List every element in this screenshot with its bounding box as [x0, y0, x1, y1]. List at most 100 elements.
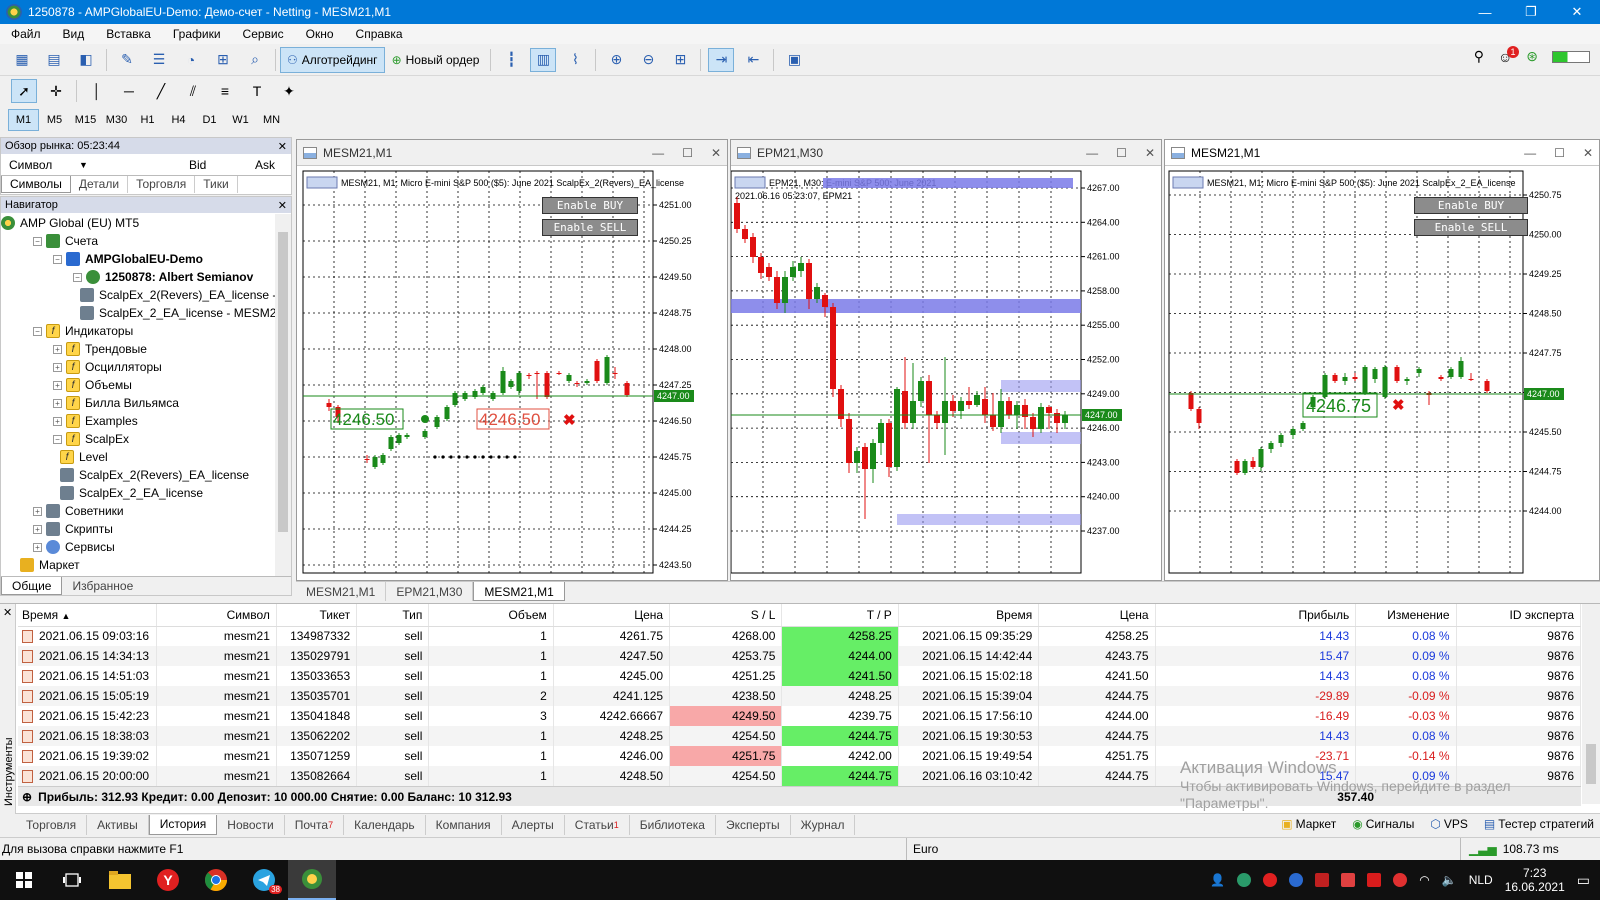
clock[interactable]: 7:23 16.06.2021	[1505, 866, 1565, 894]
tab-news[interactable]: Новости	[217, 814, 285, 835]
tf-w1[interactable]: W1	[225, 109, 256, 131]
chart-close-button[interactable]: ✕	[1145, 146, 1155, 160]
close-panel-icon[interactable]: ✕	[278, 199, 287, 212]
col-header[interactable]: Изменение	[1355, 604, 1457, 627]
tile-windows-icon[interactable]: ⊞	[667, 48, 693, 72]
expand-toggle-icon[interactable]: −	[33, 236, 42, 246]
language-indicator[interactable]: NLD	[1469, 873, 1493, 887]
chart-tab-mesm21-m1[interactable]: MESM21,M1	[296, 582, 387, 601]
volume-icon[interactable]: 🔈	[1442, 873, 1457, 887]
templates-icon[interactable]: ▣	[781, 48, 807, 72]
telegram-icon[interactable]: 38	[240, 860, 288, 900]
col-header[interactable]: T / P	[781, 604, 899, 627]
tab-articles[interactable]: Статьи 1	[565, 814, 630, 835]
chrome-icon[interactable]	[192, 860, 240, 900]
tf-m15[interactable]: M15	[70, 109, 101, 131]
table-row[interactable]: 2021.06.15 18:38:03 mesm21 135062202 sell 1 4…	[18, 726, 1582, 746]
tab-common[interactable]: Общие	[1, 577, 63, 595]
tab-experts[interactable]: Эксперты	[716, 814, 791, 835]
mail-tray-icon[interactable]	[1367, 873, 1382, 887]
shapes-icon[interactable]: ✦	[276, 79, 302, 103]
vps-icon[interactable]: ⊞	[210, 48, 236, 72]
notification-center-icon[interactable]: ▭	[1577, 872, 1590, 889]
col-header[interactable]: S / L	[669, 604, 783, 627]
navigator-item[interactable]: − AMPGlobalEU-Demo	[1, 250, 275, 268]
table-row[interactable]: 2021.06.15 20:00:00 mesm21 135082664 sell 1 4…	[18, 766, 1582, 786]
col-symbol[interactable]: Символ	[9, 158, 79, 172]
navigator-item[interactable]: − f ScalpEx	[1, 430, 275, 448]
navigator-item[interactable]: + Сервисы	[1, 538, 275, 556]
anydesk-icon[interactable]	[1341, 873, 1356, 887]
market-link[interactable]: ▣ Маркет	[1281, 817, 1336, 831]
table-row[interactable]: 2021.06.15 15:42:23 mesm21 135041848 sell 3 4…	[18, 706, 1582, 726]
expand-toggle-icon[interactable]: −	[53, 254, 62, 264]
price-chart[interactable]: 4250.75 4250.00 4249.25 4248.50 4247.75 4246.…	[1165, 167, 1599, 581]
expand-toggle-icon[interactable]: +	[53, 362, 62, 372]
tab-journal[interactable]: Журнал	[791, 814, 856, 835]
search-icon[interactable]: ⚲	[1474, 48, 1484, 65]
navigator-item[interactable]: ScalpEx_2(Revers)_EA_license	[1, 466, 275, 484]
security-icon[interactable]	[1237, 873, 1252, 887]
tab-ticks[interactable]: Тики	[195, 176, 238, 193]
horizontal-line-icon[interactable]: ─	[116, 79, 142, 103]
minimize-button[interactable]: —	[1462, 0, 1508, 24]
menu-insert[interactable]: Вставка	[95, 27, 162, 41]
table-row[interactable]: 2021.06.15 09:03:16 mesm21 134987332 sell 1 4…	[18, 626, 1582, 646]
col-header[interactable]: Время	[898, 604, 1040, 627]
tf-m30[interactable]: M30	[101, 109, 132, 131]
navigator-item[interactable]: − Счета	[1, 232, 275, 250]
maximize-button[interactable]: ❐	[1508, 0, 1554, 24]
tf-m5[interactable]: M5	[39, 109, 70, 131]
enable-sell-button[interactable]: Enable SELL	[542, 219, 638, 236]
text-icon[interactable]: T	[244, 79, 270, 103]
tf-m1[interactable]: M1	[8, 109, 39, 131]
start-icon[interactable]	[0, 860, 48, 900]
price-chart[interactable]: 4267.00 4264.00 4261.00 4258.00 4255.00 4252.…	[731, 167, 1161, 581]
status-profile[interactable]: Euro	[906, 837, 938, 860]
app-tray-icon[interactable]	[1315, 873, 1330, 887]
sort-dropdown-icon[interactable]: ▼	[79, 160, 189, 170]
close-panel-icon[interactable]: ✕	[278, 140, 287, 153]
app-tray-icon[interactable]	[1289, 873, 1304, 887]
chart-tab-epm21-m30[interactable]: EPM21,M30	[386, 582, 474, 601]
menu-view[interactable]: Вид	[52, 27, 96, 41]
navigator-item[interactable]: AMP Global (EU) MT5	[1, 214, 275, 232]
col-header[interactable]: Символ	[156, 604, 277, 627]
menu-window[interactable]: Окно	[295, 27, 345, 41]
vps-link[interactable]: ⬡ VPS	[1430, 817, 1468, 831]
expand-toggle-icon[interactable]: +	[53, 398, 62, 408]
navigator-item[interactable]: f Level	[1, 448, 275, 466]
fibonacci-icon[interactable]: ≡	[212, 79, 238, 103]
chart-tab-mesm21-m1-active[interactable]: MESM21,M1	[473, 582, 565, 601]
line-chart-icon[interactable]: ⌇	[562, 48, 588, 72]
tab-symbols[interactable]: Символы	[1, 176, 71, 193]
enable-buy-button[interactable]: Enable BUY	[1414, 197, 1528, 214]
tab-details[interactable]: Детали	[71, 176, 129, 193]
col-header[interactable]: ID эксперта	[1456, 604, 1582, 627]
table-row[interactable]: 2021.06.15 14:34:13 mesm21 135029791 sell 1 4…	[18, 646, 1582, 666]
navigator-item[interactable]: Маркет	[1, 556, 275, 574]
navigator-item[interactable]: − 1250878: Albert Semianov	[1, 268, 275, 286]
tf-mn[interactable]: MN	[256, 109, 287, 131]
table-row[interactable]: 2021.06.15 15:05:19 mesm21 135035701 sell 2 4…	[18, 686, 1582, 706]
tab-calendar[interactable]: Календарь	[344, 814, 426, 835]
chart-close-button[interactable]: ✕	[1583, 146, 1593, 160]
expand-toggle-icon[interactable]: +	[33, 542, 42, 552]
tab-library[interactable]: Библиотека	[630, 814, 716, 835]
col-header[interactable]: Объем	[428, 604, 554, 627]
auto-scroll-icon[interactable]: ⇥	[708, 47, 735, 72]
chart-window-mesm21-m1[interactable]: MESM21,M1 — ☐ ✕ 4251.00 4250.25 4249.50 4248.…	[296, 139, 728, 581]
chart-maximize-button[interactable]: ☐	[1116, 146, 1127, 160]
data-window-icon[interactable]: ✎	[114, 48, 140, 72]
navigator-item[interactable]: + f Осцилляторы	[1, 358, 275, 376]
user-icon[interactable]: 👤	[1210, 873, 1225, 887]
price-chart[interactable]: 4251.00 4250.25 4249.50 4248.75 4248.00 4247.…	[297, 167, 727, 581]
yandex-tray-icon[interactable]	[1263, 873, 1278, 887]
chart-minimize-button[interactable]: —	[1086, 146, 1098, 160]
zoom-out-icon[interactable]: ⊖	[635, 48, 661, 72]
wifi-icon[interactable]: ◠	[1419, 873, 1429, 887]
menu-help[interactable]: Справка	[345, 27, 414, 41]
crosshair-icon[interactable]: ✛	[43, 79, 69, 103]
zoom-in-icon[interactable]: ⊕	[603, 48, 629, 72]
signals-icon[interactable]: ◔	[178, 48, 204, 72]
